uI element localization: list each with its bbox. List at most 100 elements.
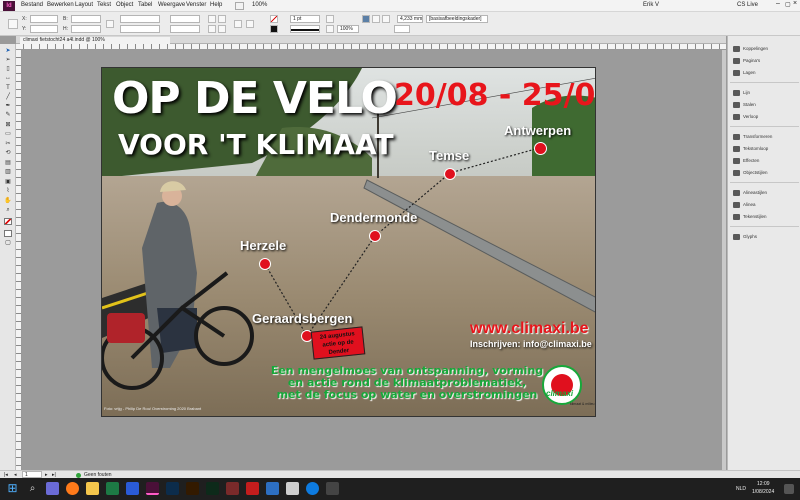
pen-tool-icon[interactable]: ✒ xyxy=(4,103,12,110)
zoom-level[interactable]: 100% xyxy=(252,2,267,8)
edge-icon[interactable] xyxy=(306,482,319,495)
view-mode-icon[interactable]: ▢ xyxy=(4,240,12,247)
acrobat-icon[interactable] xyxy=(226,482,239,495)
poster-page[interactable]: OP DE VELO VOOR 'T KLIMAAT 20/08 - 25/08… xyxy=(101,67,596,417)
document-tab[interactable]: climaxi fietstocht24 a4l.indd @ 100% xyxy=(20,37,170,44)
panel-tekstomloop[interactable]: Tekstomloop xyxy=(730,144,799,154)
panel-transformeren[interactable]: Transformeren xyxy=(730,132,799,142)
panel-stalen[interactable]: Stalen xyxy=(730,100,799,110)
dreamweaver-icon[interactable] xyxy=(206,482,219,495)
maximize-icon[interactable]: ▢ xyxy=(785,1,791,8)
x-field[interactable] xyxy=(30,15,58,23)
menu-layout[interactable]: Layout xyxy=(75,2,93,8)
panel-tekenstijlen[interactable]: Tekenstijlen xyxy=(730,212,799,222)
shear-field[interactable] xyxy=(170,25,200,33)
corner-shape-select[interactable] xyxy=(394,25,410,33)
word-icon[interactable] xyxy=(126,482,139,495)
menu-venster[interactable]: Venster xyxy=(186,2,206,8)
menu-weergave[interactable]: Weergave xyxy=(158,2,185,8)
close-icon[interactable]: × xyxy=(793,0,797,7)
gradient-tool-icon[interactable]: ▤ xyxy=(4,160,12,167)
rect-tool-icon[interactable]: ▭ xyxy=(4,131,12,138)
stroke-weight-field[interactable]: 1 pt xyxy=(290,15,320,23)
page-number-field[interactable]: 1 xyxy=(22,471,42,478)
start-icon[interactable]: ⊞ xyxy=(6,482,19,495)
scale-x-field[interactable] xyxy=(120,15,160,23)
panel-koppelingen[interactable]: Koppelingen xyxy=(730,44,799,54)
rotate-cw-icon[interactable] xyxy=(208,15,216,23)
direct-select-tool-icon[interactable]: ➢ xyxy=(4,57,12,64)
panel-objectstijlen[interactable]: Objectstijlen xyxy=(730,168,799,178)
eyedropper-tool-icon[interactable]: ⌇ xyxy=(4,188,12,195)
menu-object[interactable]: Object xyxy=(116,2,133,8)
hand-tool-icon[interactable]: ✋ xyxy=(4,198,12,205)
photos-icon[interactable] xyxy=(286,482,299,495)
y-field[interactable] xyxy=(30,25,58,33)
zoom-tool-icon[interactable]: ⌕ xyxy=(4,207,12,214)
panel-paginas[interactable]: Pagina's xyxy=(730,56,799,66)
select-tool-icon[interactable]: ➤ xyxy=(4,48,12,55)
calendar-icon[interactable] xyxy=(326,482,339,495)
menu-bestand[interactable]: Bestand xyxy=(21,2,43,8)
opacity-field[interactable]: 100% xyxy=(337,25,359,33)
flip-h-icon[interactable] xyxy=(208,25,216,33)
panel-effecten[interactable]: Effecten xyxy=(730,156,799,166)
filezilla-icon[interactable] xyxy=(246,482,259,495)
user-name[interactable]: Erik V xyxy=(643,2,659,8)
flip-v-icon[interactable] xyxy=(218,25,226,33)
menu-help[interactable]: Help xyxy=(210,2,222,8)
notification-icon[interactable] xyxy=(784,484,794,494)
panel-alineastijlen[interactable]: Alineastijlen xyxy=(730,188,799,198)
stroke-swatch[interactable] xyxy=(270,25,278,33)
reference-point-icon[interactable] xyxy=(8,19,18,29)
firefox-icon[interactable] xyxy=(66,482,79,495)
menu-tabel[interactable]: Tabel xyxy=(138,2,152,8)
file-explorer-icon[interactable] xyxy=(86,482,99,495)
minimize-icon[interactable]: – xyxy=(776,0,780,7)
page-tool-icon[interactable]: ▯ xyxy=(4,66,12,73)
rotate-ccw-icon[interactable] xyxy=(218,15,226,23)
fit-content-icon[interactable] xyxy=(372,15,380,23)
rotate-field[interactable] xyxy=(170,15,200,23)
panel-lijn[interactable]: Lijn xyxy=(730,88,799,98)
excel-icon[interactable] xyxy=(106,482,119,495)
panel-glyphs[interactable]: Glyphs xyxy=(730,232,799,242)
note-tool-icon[interactable]: ▣ xyxy=(4,179,12,186)
center-content-icon[interactable] xyxy=(382,15,390,23)
clock-date[interactable]: 1/08/2024 xyxy=(752,489,774,495)
corner-size-field[interactable]: 4,233 mm xyxy=(397,15,423,23)
menu-bewerken[interactable]: Bewerken xyxy=(47,2,74,8)
constrain-proportions-icon[interactable] xyxy=(106,20,114,28)
apply-color-icon[interactable] xyxy=(4,230,12,237)
line-tool-icon[interactable]: ╱ xyxy=(4,94,12,101)
pencil-tool-icon[interactable]: ✎ xyxy=(4,112,12,119)
cs-live[interactable]: CS Live xyxy=(737,2,758,8)
type-tool-icon[interactable]: T xyxy=(4,85,12,92)
fill-stroke-icon[interactable] xyxy=(4,218,12,225)
select-container-icon[interactable] xyxy=(234,20,242,28)
rect-frame-tool-icon[interactable]: ⊠ xyxy=(4,122,12,129)
word-icon-2[interactable] xyxy=(266,482,279,495)
fit-frame-icon[interactable] xyxy=(362,15,370,23)
copilot-icon[interactable] xyxy=(46,482,59,495)
search-icon[interactable]: ⌕ xyxy=(26,482,39,495)
clock-time[interactable]: 12:09 xyxy=(757,481,770,487)
language-indicator[interactable]: NLD xyxy=(736,486,746,492)
object-style-select[interactable]: [basisafbeeldingskader] xyxy=(426,15,488,23)
panel-alinea[interactable]: Alinea xyxy=(730,200,799,210)
transform-tool-icon[interactable]: ⟲ xyxy=(4,150,12,157)
panel-verloop[interactable]: Verloop xyxy=(730,112,799,122)
scissors-tool-icon[interactable]: ✂ xyxy=(4,141,12,148)
vertical-scrollbar[interactable] xyxy=(722,50,726,470)
scale-y-field[interactable] xyxy=(120,25,160,33)
height-field[interactable] xyxy=(71,25,101,33)
width-field[interactable] xyxy=(71,15,101,23)
shadow-icon[interactable] xyxy=(326,25,334,33)
gradient-feather-tool-icon[interactable]: ▥ xyxy=(4,169,12,176)
illustrator-icon[interactable] xyxy=(186,482,199,495)
fill-swatch[interactable] xyxy=(270,15,278,23)
stroke-type-select[interactable] xyxy=(290,25,320,33)
bridge-icon[interactable] xyxy=(235,2,244,10)
photoshop-icon[interactable] xyxy=(166,482,179,495)
effects-icon[interactable] xyxy=(326,15,334,23)
